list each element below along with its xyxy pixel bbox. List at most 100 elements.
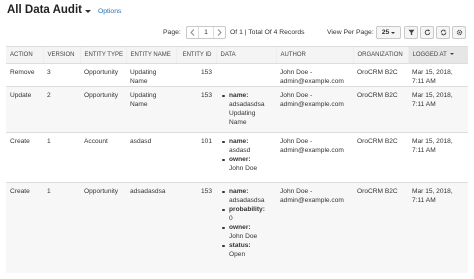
cell-author: John Doe - admin@example.com <box>276 132 353 183</box>
filter-button[interactable] <box>404 26 418 39</box>
column-header-entity-id[interactable]: ENTITY ID <box>175 46 216 64</box>
cell-action: Update <box>6 86 43 133</box>
table-row[interactable]: Create 1 Account asdasd 101 name: asdasd … <box>6 132 468 183</box>
data-change-item: name: adsadasdsa Updating Name <box>220 91 272 127</box>
data-change-item: status: Open <box>220 241 272 259</box>
cell-entity-id: 153 <box>176 86 216 133</box>
data-value: Open <box>229 251 246 258</box>
cell-data <box>216 63 276 87</box>
sort-descending-icon <box>449 53 454 56</box>
data-change-item: name: adsadasdsa <box>220 187 272 205</box>
cell-version: 3 <box>43 63 80 87</box>
reset-button[interactable] <box>420 26 434 39</box>
cell-entity-name: adsadasdsa <box>126 182 176 273</box>
cell-organization: OroCRM B2C <box>353 182 408 273</box>
cell-entity-id: 101 <box>176 132 216 183</box>
cell-entity-name: Updating Name <box>126 86 176 133</box>
column-header-logged-at-label: LOGGED AT <box>412 52 447 58</box>
cell-action: Create <box>6 132 43 183</box>
data-key: name: <box>229 138 249 145</box>
data-value: 0 <box>229 215 233 222</box>
cell-version: 2 <box>43 86 80 133</box>
data-value: adsadasdsa <box>229 197 265 204</box>
audit-grid: ACTION VERSION ENTITY TYPE ENTITY NAME E… <box>6 46 468 273</box>
data-change-item: owner: John Doe <box>220 223 272 241</box>
refresh-button[interactable] <box>436 26 450 39</box>
cell-author: John Doe - admin@example.com <box>276 63 353 87</box>
cell-version: 1 <box>43 132 80 183</box>
cell-logged-at: Mar 15, 2018, 7:11 AM <box>408 63 468 87</box>
cell-logged-at: Mar 15, 2018, 7:11 AM <box>408 86 468 133</box>
view-per-page-label: View Per Page: <box>327 29 374 36</box>
column-header-data: DATA <box>215 46 276 64</box>
data-value: adsadasdsa Updating Name <box>229 101 265 126</box>
cell-entity-type: Opportunity <box>80 182 126 273</box>
cell-organization: OroCRM B2C <box>353 132 408 183</box>
per-page-select[interactable]: 25 <box>376 26 401 39</box>
data-change-list: name: asdasd owner: John Doe <box>220 137 272 173</box>
data-value: John Doe <box>229 233 258 240</box>
data-change-item: owner: John Doe <box>220 155 272 173</box>
cell-entity-type: Opportunity <box>80 86 126 133</box>
pagination: 1 <box>186 26 226 39</box>
refresh-icon <box>440 29 446 36</box>
data-key: owner: <box>229 224 251 231</box>
data-key: probability: <box>229 206 265 213</box>
cell-action: Create <box>6 182 43 273</box>
reset-icon <box>424 29 430 36</box>
page-title[interactable]: All Data Audit <box>7 4 82 16</box>
cell-entity-name: asdasd <box>126 132 176 183</box>
data-change-list: name: adsadasdsa probability: 0 owner: John… <box>220 187 272 259</box>
table-row[interactable]: Remove 3 Opportunity Updating Name 153 J… <box>6 63 468 87</box>
cell-action: Remove <box>6 63 43 87</box>
cell-data: name: asdasd owner: John Doe <box>216 132 276 183</box>
data-change-item: probability: 0 <box>220 205 272 223</box>
column-header-version[interactable]: VERSION <box>42 46 80 64</box>
chevron-left-icon[interactable] <box>187 27 198 38</box>
cell-entity-id: 153 <box>176 63 216 87</box>
column-header-action[interactable]: ACTION <box>6 46 43 64</box>
column-header-entity-name[interactable]: ENTITY NAME <box>125 46 176 64</box>
grid-toolbar: Page: 1 Of 1 | Total Of 4 Records View P… <box>0 25 474 41</box>
cell-entity-id: 153 <box>176 182 216 273</box>
data-change-list: name: adsadasdsa Updating Name <box>220 91 272 127</box>
current-page-input[interactable]: 1 <box>198 27 214 38</box>
cell-logged-at: Mar 15, 2018, 7:11 AM <box>408 132 468 183</box>
data-key: status: <box>229 242 251 249</box>
chevron-down-icon[interactable] <box>84 9 91 13</box>
chevron-down-icon <box>391 31 396 34</box>
per-page-value: 25 <box>381 29 390 36</box>
cell-entity-type: Opportunity <box>80 63 126 87</box>
chevron-right-icon[interactable] <box>214 27 225 38</box>
filter-icon <box>408 29 414 36</box>
table-row[interactable]: Create 1 Opportunity adsadasdsa 153 name… <box>6 182 468 273</box>
cell-organization: OroCRM B2C <box>353 63 408 87</box>
data-key: owner: <box>229 156 251 163</box>
gear-icon <box>456 29 462 36</box>
cell-author: John Doe - admin@example.com <box>276 86 353 133</box>
data-value: asdasd <box>229 147 251 154</box>
records-summary: Of 1 | Total Of 4 Records <box>230 29 305 36</box>
cell-logged-at: Mar 15, 2018, 7:11 AM <box>408 182 468 273</box>
options-link[interactable]: Options <box>98 8 121 15</box>
cell-data: name: adsadasdsa Updating Name <box>216 86 276 133</box>
table-row[interactable]: Update 2 Opportunity Updating Name 153 n… <box>6 86 468 133</box>
column-header-entity-type[interactable]: ENTITY TYPE <box>79 46 126 64</box>
cell-version: 1 <box>43 182 80 273</box>
cell-data: name: adsadasdsa probability: 0 owner: John… <box>216 182 276 273</box>
column-header-organization[interactable]: ORGANIZATION <box>352 46 408 64</box>
cell-entity-type: Account <box>80 132 126 183</box>
column-header-logged-at[interactable]: LOGGED AT <box>407 46 468 64</box>
page-label: Page: <box>163 29 181 36</box>
data-change-item: name: asdasd <box>220 137 272 155</box>
cell-author: John Doe - admin@example.com <box>276 182 353 273</box>
settings-button[interactable] <box>452 26 466 39</box>
grid-header-row: ACTION VERSION ENTITY TYPE ENTITY NAME E… <box>6 46 468 64</box>
cell-organization: OroCRM B2C <box>353 86 408 133</box>
data-value: John Doe <box>229 165 258 172</box>
cell-entity-name: Updating Name <box>126 63 176 87</box>
page-header: All Data Audit Options <box>7 3 121 17</box>
data-key: name: <box>229 188 249 195</box>
data-key: name: <box>229 92 249 99</box>
column-header-author[interactable]: AUTHOR <box>275 46 353 64</box>
